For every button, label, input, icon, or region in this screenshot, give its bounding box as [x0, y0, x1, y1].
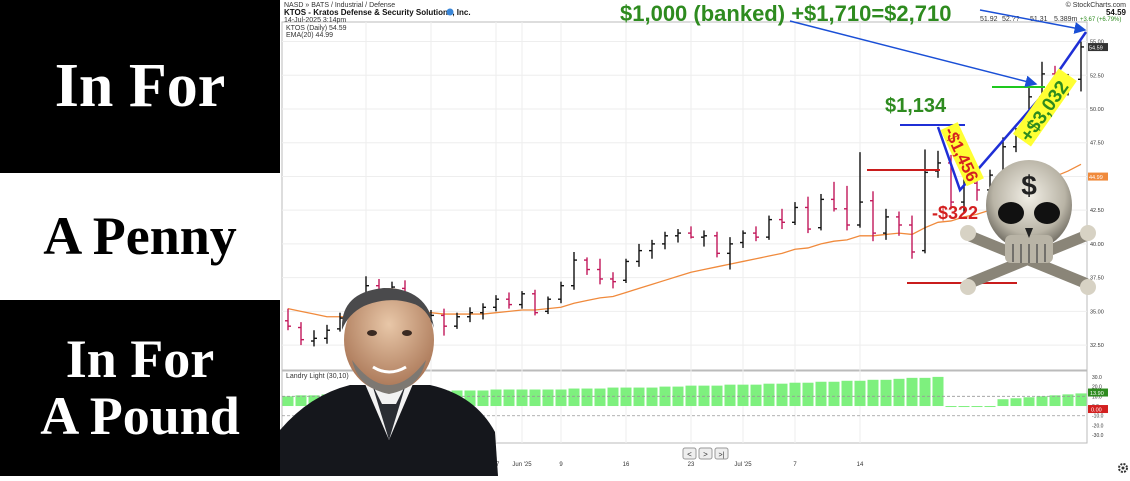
indicator-bar: [854, 380, 866, 407]
y-tick-label: 42.50: [1090, 208, 1104, 214]
indicator-bar: [984, 406, 996, 408]
indicator-bar: [594, 388, 606, 407]
indicator-bar: [971, 406, 983, 408]
indicator-bar: [750, 384, 762, 407]
indicator-bar: [282, 396, 294, 407]
indicator-tick-label: 30.0: [1092, 375, 1102, 381]
nav-end-label: >|: [719, 452, 725, 459]
indicator-bar: [581, 388, 593, 407]
ema-price-tag: 44.99: [1088, 172, 1108, 181]
symbol-title: KTOS - Kratos Defense & Security Solutio…: [284, 8, 471, 17]
indicator-bar: [646, 387, 658, 407]
indicator-bar: [906, 377, 918, 407]
x-tick-label: 16: [623, 462, 630, 468]
indicator-bar: [529, 389, 541, 407]
indicator-bar: [867, 379, 879, 407]
nav-next-label: >: [703, 450, 708, 459]
indicator-bar: [490, 389, 502, 407]
indicator-bar: [1036, 396, 1048, 407]
ohlc-volume: 5.389m: [1054, 16, 1078, 23]
indicator-bar: [607, 387, 619, 407]
indicator-bar: [1049, 395, 1061, 407]
legend-ema: EMA(20) 44.99: [286, 32, 333, 39]
last-price: 54.59: [1106, 8, 1127, 17]
indicator-bar: [1023, 397, 1035, 407]
indicator-bar: [724, 384, 736, 407]
loss-annotation-2: -$322: [932, 203, 978, 223]
indicator-bar: [958, 406, 970, 408]
indicator-bar: [685, 385, 697, 407]
indicator-bar: [919, 377, 931, 407]
slogan-line-3b: A Pound: [40, 386, 240, 446]
indicator-bar: [763, 383, 775, 407]
indicator-bar: [737, 384, 749, 407]
y-tick-label: 50.00: [1090, 107, 1104, 113]
svg-text:44.99: 44.99: [1089, 175, 1103, 181]
chart-date: 14-Jul-2025 3:14pm: [284, 17, 346, 24]
indicator-bar: [295, 395, 307, 407]
x-tick-label: Jun '25: [512, 462, 532, 468]
svg-text:0.00: 0.00: [1091, 408, 1102, 414]
indicator-bar: [932, 376, 944, 407]
indicator-bar: [893, 378, 905, 407]
svg-text:54.59: 54.59: [1089, 46, 1103, 52]
indicator-bar: [620, 387, 632, 407]
x-tick-label: 14: [857, 462, 864, 468]
indicator-bar: [997, 399, 1009, 407]
y-tick-label: 32.50: [1090, 343, 1104, 349]
slogan-line-3a: In For: [65, 329, 215, 390]
nav-prev-label: <: [687, 450, 692, 459]
slogan-line-2: A Penny: [0, 173, 280, 300]
indicator-bar: [568, 388, 580, 407]
slogan-line-1: In For: [0, 0, 280, 173]
indicator-bar: [1075, 393, 1087, 407]
chart-svg: NASD » BATS / Industrial / Defense KTOS …: [280, 0, 1130, 476]
indicator-bar: [789, 382, 801, 407]
svg-text:13.90: 13.90: [1090, 391, 1104, 397]
stock-chart: NASD » BATS / Industrial / Defense KTOS …: [280, 0, 1130, 476]
indicator-bar: [633, 387, 645, 407]
indicator-bar: [555, 389, 567, 407]
indicator-tick-label: -30.0: [1092, 433, 1104, 439]
chart-nav: < > >|: [682, 447, 729, 460]
indicator-bar: [542, 389, 554, 407]
indicator-bar: [945, 406, 957, 408]
slogan-panel: In For A Penny In For A Pound: [0, 0, 280, 476]
banked-annotation: $1,000 (banked) +$1,710=$2,710: [620, 1, 951, 26]
indicator-bar: [1010, 398, 1022, 407]
gain-annotation-1: $1,134: [885, 95, 947, 117]
y-tick-label: 52.50: [1090, 73, 1104, 79]
indicator-bar: [477, 390, 489, 407]
ohlc-open: 51.92: [980, 16, 998, 23]
x-tick-label: 23: [688, 462, 695, 468]
indicator-value-tag: 13.90: [1088, 388, 1108, 397]
info-icon[interactable]: [446, 8, 454, 16]
indicator-bar: [503, 389, 515, 407]
y-tick-label: 35.00: [1090, 309, 1104, 315]
indicator-bar: [711, 385, 723, 407]
indicator-bar: [828, 381, 840, 407]
indicator-bar: [776, 383, 788, 407]
indicator-label: Landry Light (30,10): [286, 373, 349, 380]
y-tick-label: 40.00: [1090, 242, 1104, 248]
y-tick-label: 47.50: [1090, 141, 1104, 147]
indicator-zero-tag: 0.00: [1088, 405, 1108, 414]
last-price-tag: 54.59: [1088, 43, 1108, 52]
x-tick-label: Jul '25: [734, 462, 752, 468]
indicator-bar: [516, 389, 528, 407]
indicator-bar: [815, 381, 827, 407]
indicator-bar: [802, 382, 814, 407]
indicator-tick-label: -10.0: [1092, 414, 1104, 420]
indicator-bar: [880, 379, 892, 407]
indicator-tick-label: -20.0: [1092, 423, 1104, 429]
ohlc-change: +3.67 (+6.79%): [1080, 17, 1121, 23]
indicator-bar: [698, 385, 710, 407]
legend-price: KTOS (Daily) 54.59: [286, 25, 347, 32]
skull-dollar-sign: $: [1021, 170, 1037, 201]
indicator-bar: [841, 380, 853, 407]
slogan-line-3: In For A Pound: [0, 300, 280, 476]
